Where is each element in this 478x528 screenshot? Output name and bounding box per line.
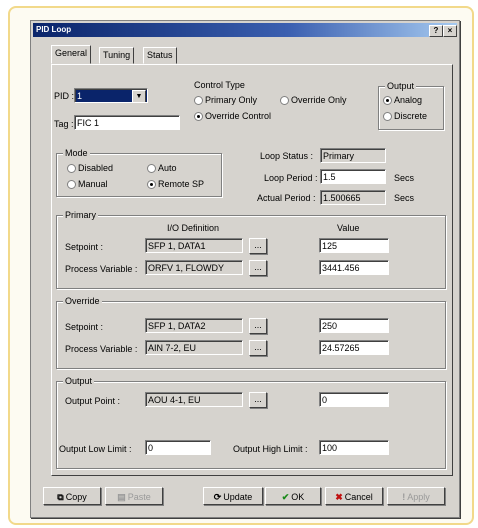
- radio-analog[interactable]: [383, 96, 392, 105]
- radio-override-only-label: Override Only: [291, 95, 347, 105]
- window-title: PID Loop: [36, 25, 72, 34]
- radio-auto[interactable]: [147, 164, 156, 173]
- radio-primary-only-label: Primary Only: [205, 95, 258, 105]
- mode-group: Mode Disabled Auto Manual Remote SP: [56, 148, 222, 197]
- radio-analog-label: Analog: [394, 95, 423, 105]
- actual-period-field: 1.500665: [320, 190, 386, 205]
- output-type-caption: Output: [385, 81, 417, 91]
- output-high-input[interactable]: 100: [319, 440, 389, 455]
- override-setpoint-browse-button[interactable]: ...: [249, 318, 267, 334]
- output-point-browse-button[interactable]: ...: [249, 392, 267, 408]
- output-type-group: Output Analog Discrete: [378, 81, 444, 130]
- output-low-label: Output Low Limit :: [59, 444, 132, 454]
- value-header: Value: [337, 223, 360, 233]
- checkmark-icon: ✔: [281, 492, 290, 502]
- radio-primary-only[interactable]: [194, 96, 203, 105]
- general-panel: PID : 1 ▼ Tag : FIC 1 Control Type Prima…: [51, 64, 453, 476]
- override-process-browse-button[interactable]: ...: [249, 340, 267, 356]
- primary-group: Primary I/O Definition Value Setpoint : …: [56, 210, 446, 289]
- primary-setpoint-browse-button[interactable]: ...: [249, 238, 267, 254]
- tab-tuning[interactable]: Tuning: [99, 47, 135, 64]
- x-icon: ✖: [335, 492, 343, 502]
- close-button[interactable]: ×: [443, 25, 457, 37]
- override-setpoint-io: SFP 1, DATA2: [145, 318, 243, 333]
- radio-disabled[interactable]: [67, 164, 76, 173]
- override-process-label: Process Variable :: [65, 344, 138, 354]
- loop-status-label: Loop Status :: [260, 151, 314, 161]
- loop-status-field: Primary: [320, 148, 386, 163]
- radio-override-only[interactable]: [280, 96, 289, 105]
- primary-process-browse-button[interactable]: ...: [249, 260, 267, 276]
- override-setpoint-value[interactable]: 250: [319, 318, 389, 333]
- exclamation-icon: !: [402, 492, 406, 502]
- primary-process-value[interactable]: 3441.456: [319, 260, 389, 275]
- cancel-button[interactable]: ✖ Cancel: [325, 487, 383, 505]
- pid-loop-dialog: PID Loop ? × General Tuning Status PID :…: [30, 20, 460, 518]
- update-icon: ⟳: [213, 492, 222, 502]
- radio-remote-sp[interactable]: [147, 180, 156, 189]
- apply-button-label: Apply: [407, 492, 430, 502]
- io-definition-header: I/O Definition: [167, 223, 220, 233]
- copy-button-label: Copy: [65, 492, 87, 502]
- ok-button[interactable]: ✔ OK: [265, 487, 321, 505]
- ok-button-label: OK: [291, 492, 305, 502]
- tab-general[interactable]: General: [51, 45, 92, 64]
- copy-button[interactable]: ⧉ Copy: [43, 487, 101, 505]
- loop-period-unit: Secs: [394, 173, 415, 183]
- output-group: Output Output Point : AOU 4-1, EU ... 0 …: [56, 376, 446, 469]
- output-point-label: Output Point :: [65, 396, 121, 406]
- primary-process-label: Process Variable :: [65, 264, 138, 274]
- pid-value: 1: [77, 91, 83, 101]
- control-type-group: Control Type Primary Only Override Only …: [192, 80, 368, 128]
- radio-override-control[interactable]: [194, 112, 203, 121]
- primary-setpoint-value[interactable]: 125: [319, 238, 389, 253]
- loop-period-input[interactable]: 1.5: [320, 169, 386, 184]
- pid-label: PID :: [54, 91, 75, 101]
- radio-override-control-label: Override Control: [205, 111, 272, 121]
- output-high-label: Output High Limit :: [233, 444, 308, 454]
- paste-button[interactable]: ▤ Paste: [105, 487, 163, 505]
- output-caption: Output: [63, 376, 95, 386]
- actual-period-unit: Secs: [394, 193, 415, 203]
- output-point-io: AOU 4-1, EU: [145, 392, 243, 407]
- radio-discrete[interactable]: [383, 112, 392, 121]
- cancel-button-label: Cancel: [344, 492, 373, 502]
- loop-period-label: Loop Period :: [264, 173, 318, 183]
- help-button[interactable]: ?: [429, 25, 443, 37]
- mode-caption: Mode: [63, 148, 90, 158]
- chevron-down-icon[interactable]: ▼: [132, 90, 146, 102]
- primary-setpoint-label: Setpoint :: [65, 242, 104, 252]
- control-type-caption: Control Type: [192, 80, 247, 90]
- radio-disabled-label: Disabled: [78, 163, 114, 173]
- copy-icon: ⧉: [57, 492, 64, 502]
- primary-caption: Primary: [63, 210, 98, 220]
- actual-period-label: Actual Period :: [257, 193, 316, 203]
- output-point-value[interactable]: 0: [319, 392, 389, 407]
- override-process-io: AIN 7-2, EU: [145, 340, 243, 355]
- title-bar: PID Loop ? ×: [33, 23, 457, 37]
- paste-button-label: Paste: [127, 492, 151, 502]
- override-caption: Override: [63, 296, 102, 306]
- apply-button[interactable]: ! Apply: [387, 487, 445, 505]
- paste-icon: ▤: [117, 492, 126, 502]
- update-button-label: Update: [223, 492, 253, 502]
- override-process-value[interactable]: 24.57265: [319, 340, 389, 355]
- tab-status[interactable]: Status: [143, 47, 177, 64]
- primary-setpoint-io: SFP 1, DATA1: [145, 238, 243, 253]
- override-setpoint-label: Setpoint :: [65, 322, 104, 332]
- tag-label: Tag :: [54, 119, 74, 129]
- tag-input[interactable]: FIC 1: [74, 115, 180, 130]
- output-low-input[interactable]: 0: [145, 440, 211, 455]
- override-group: Override Setpoint : SFP 1, DATA2 ... 250…: [56, 296, 446, 369]
- primary-process-io: ORFV 1, FLOWDY: [145, 260, 243, 275]
- radio-manual[interactable]: [67, 180, 76, 189]
- pid-select[interactable]: 1 ▼: [74, 88, 148, 103]
- radio-auto-label: Auto: [158, 163, 177, 173]
- radio-manual-label: Manual: [78, 179, 108, 189]
- radio-remote-sp-label: Remote SP: [158, 179, 205, 189]
- radio-discrete-label: Discrete: [394, 111, 428, 121]
- update-button[interactable]: ⟳ Update: [203, 487, 263, 505]
